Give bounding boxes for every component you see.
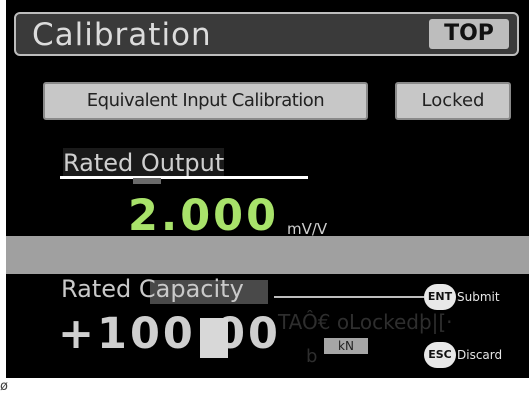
ent-key-icon: ENT — [424, 284, 456, 310]
divider-band — [6, 236, 529, 274]
rated-capacity-unit: kN — [324, 338, 368, 354]
rated-capacity-underline — [274, 296, 424, 298]
page-title: Calibration — [32, 17, 212, 53]
locked-button[interactable]: Locked — [395, 82, 511, 120]
rated-output-value[interactable]: 2.000 — [128, 190, 279, 242]
discard-key[interactable]: ESC Discard — [424, 342, 502, 368]
equivalent-input-calibration-button[interactable]: Equivalent Input Calibration — [43, 82, 368, 120]
rated-output-underline — [60, 176, 308, 179]
overlay-garbled-b: b — [306, 346, 318, 367]
stray-glyph: ø — [0, 379, 8, 394]
submit-label: Submit — [457, 290, 500, 304]
calibration-screen: Calibration TOP Equivalent Input Calibra… — [0, 0, 529, 396]
discard-label: Discard — [457, 348, 503, 362]
top-button[interactable]: TOP — [429, 19, 509, 49]
submit-key[interactable]: ENT Submit — [424, 284, 500, 310]
esc-key-icon: ESC — [424, 342, 456, 368]
rated-output-label: Rated Output — [63, 148, 225, 178]
header-bar: Calibration TOP — [14, 12, 519, 56]
edit-cursor — [200, 318, 228, 358]
overlay-garbled-text: TAÔ€ oLockedþ|[· — [278, 310, 453, 334]
rated-output-underline-mark — [133, 178, 161, 184]
rated-capacity-label: Rated Capacity — [61, 275, 244, 303]
rated-capacity-value[interactable]: +100.00 — [58, 308, 281, 360]
